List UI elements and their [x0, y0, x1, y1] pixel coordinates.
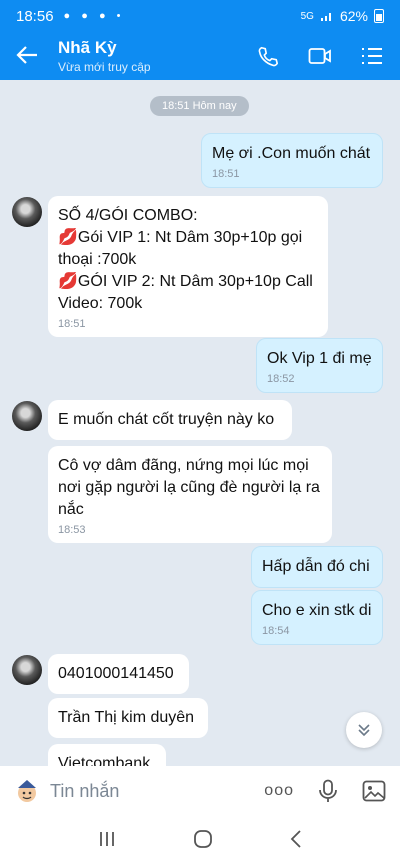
signal-icon [320, 13, 331, 21]
sticker-icon[interactable] [14, 778, 40, 804]
message-text: Trần Thị kim duyên [58, 709, 195, 726]
message-line: Cô vợ dâm đãng, nứng mọi lúc mọi [58, 457, 309, 474]
video-call-icon[interactable] [308, 44, 332, 68]
message-bubble-received[interactable]: Cô vợ dâm đãng, nứng mọi lúc mọi nơi gặp… [48, 446, 332, 543]
message-bubble-received[interactable]: 0401000141450 [48, 654, 189, 694]
chat-header: Nhã Kỳ Vừa mới truy cập [0, 32, 400, 80]
message-input[interactable]: Tin nhắn [50, 781, 264, 802]
battery-icon [374, 9, 384, 23]
message-bubble-sent[interactable]: Cho e xin stk di 18:54 [251, 590, 383, 645]
battery-percent: 62% [339, 8, 368, 24]
date-separator: 18:51 Hôm nay [150, 96, 249, 116]
contact-status: Vừa mới truy cập [58, 60, 151, 74]
message-time: 18:53 [58, 524, 86, 536]
message-line: 💋Gói VIP 1: Nt Dâm 30p+10p gọi [58, 229, 303, 246]
avatar[interactable] [12, 197, 42, 227]
double-chevron-down-icon [358, 724, 370, 737]
contact-name: Nhã Kỳ [58, 38, 117, 57]
message-line: Video: 700k [58, 295, 143, 312]
message-time: 18:52 [267, 373, 295, 385]
back-icon[interactable] [290, 829, 302, 853]
message-line: nơi gặp người lạ cũng đè người lạ ra [58, 479, 320, 496]
message-line: thoại :700k [58, 251, 137, 268]
message-text: Hấp dẫn đó chi [262, 558, 370, 575]
message-text: 0401000141450 [58, 665, 174, 682]
message-text: E muốn chát cốt truyện này ko [58, 411, 275, 428]
menu-icon[interactable] [360, 44, 384, 68]
chat-area[interactable]: 18:51 Hôm nay Mẹ ơi .Con muốn chát 18:51… [0, 80, 400, 766]
scroll-down-button[interactable] [346, 712, 382, 748]
microphone-icon[interactable] [318, 779, 338, 803]
image-icon[interactable] [362, 780, 386, 802]
recent-apps-icon[interactable] [98, 831, 116, 852]
message-text: Ok Vip 1 đi mẹ [267, 350, 372, 367]
status-bar: 18:56 ● ● ● • 5G 62% [0, 0, 400, 32]
home-icon[interactable] [193, 829, 213, 854]
message-bubble-received[interactable]: Vietcombank [48, 744, 166, 766]
avatar[interactable] [12, 401, 42, 431]
message-input-bar: Tin nhắn ooo [0, 766, 400, 816]
message-text: Mẹ ơi .Con muốn chát [212, 145, 371, 162]
message-time: 18:54 [262, 625, 290, 637]
message-line: SỐ 4/GÓI COMBO: [58, 207, 198, 224]
more-options-icon[interactable]: ooo [264, 782, 294, 800]
message-time: 18:51 [212, 168, 240, 180]
message-text: Cho e xin stk di [262, 602, 372, 619]
message-time: 18:51 [58, 318, 86, 330]
avatar[interactable] [12, 655, 42, 685]
message-bubble-sent[interactable]: Hấp dẫn đó chi [251, 546, 383, 588]
message-bubble-received[interactable]: E muốn chát cốt truyện này ko [48, 400, 292, 440]
status-time: 18:56 [16, 7, 54, 25]
message-text: Vietcombank [58, 755, 151, 766]
back-arrow-icon[interactable] [16, 43, 52, 69]
message-bubble-received[interactable]: SỐ 4/GÓI COMBO: 💋Gói VIP 1: Nt Dâm 30p+1… [48, 196, 328, 337]
message-line: nắc [58, 501, 84, 518]
notification-icons: ● ● ● • [63, 10, 125, 22]
network-label: 5G [300, 10, 314, 22]
status-right: 5G 62% [301, 8, 384, 24]
message-bubble-sent[interactable]: Mẹ ơi .Con muốn chát 18:51 [201, 133, 383, 188]
contact-info[interactable]: Nhã Kỳ Vừa mới truy cập [58, 38, 151, 74]
message-bubble-received[interactable]: Trần Thị kim duyên [48, 698, 208, 738]
message-line: 💋GÓI VIP 2: Nt Dâm 30p+10p Call [58, 273, 313, 290]
system-nav-bar [0, 816, 400, 866]
message-bubble-sent[interactable]: Ok Vip 1 đi mẹ 18:52 [256, 338, 383, 393]
phone-icon[interactable] [256, 44, 280, 68]
